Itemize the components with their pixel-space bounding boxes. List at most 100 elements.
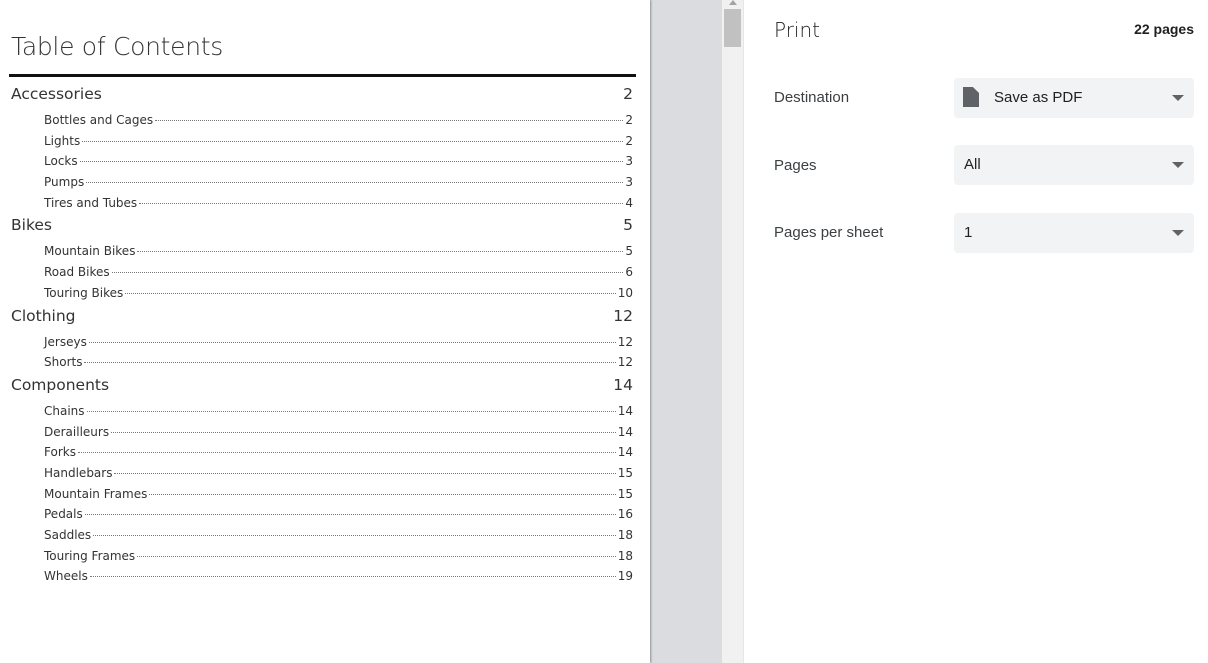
toc-entry-page: 2 [625, 113, 633, 127]
toc-entry: Bottles and Cages 2 [11, 110, 633, 131]
dot-leader [86, 182, 624, 184]
toc-section-page: 2 [623, 85, 633, 103]
toc-entry: Lights 2 [11, 131, 633, 152]
toc-entry-name: Derailleurs [44, 424, 110, 439]
dropdown-arrow-icon [1172, 95, 1184, 101]
toc-entry-page: 5 [625, 244, 633, 259]
toc-entry-name: Touring Bikes [44, 285, 124, 300]
toc-section-name: Bikes [11, 216, 52, 235]
toc-entry-name: Mountain Bikes [44, 244, 136, 259]
toc-entry: Road Bikes 6 [11, 262, 633, 283]
toc-entry-name: Touring Frames [44, 548, 136, 563]
toc-entry: Wheels 19 [11, 566, 633, 587]
toc-entry-name: Pumps [44, 175, 85, 190]
toc-entry: Saddles 18 [11, 525, 633, 546]
toc-entry: Touring Bikes 10 [11, 283, 633, 304]
preview-scrollbar[interactable] [722, 0, 744, 663]
toc-title: Table of Contents [11, 32, 223, 61]
toc-entry: Jerseys 12 [11, 332, 633, 353]
toc-entry-name: Bottles and Cages [44, 113, 154, 127]
toc-section: Components 14 Chains 14 Derailleurs 14 Forks 14… [11, 373, 633, 587]
toc-section-page: 14 [613, 375, 633, 394]
dot-leader [84, 362, 616, 364]
dot-leader [125, 292, 616, 294]
toc-section-name: Accessories [11, 85, 102, 103]
toc-entry-name: Handlebars [44, 465, 113, 480]
toc-entry: Locks 3 [11, 151, 633, 172]
toc-entry-page: 2 [625, 133, 633, 148]
dot-leader [137, 555, 616, 557]
toc-entry: Shorts 12 [11, 352, 633, 373]
toc-section: Accessories 2 Bottles and Cages 2 Lights 2 Loc… [11, 82, 633, 213]
dot-leader [88, 341, 616, 343]
dot-leader [82, 140, 624, 142]
dot-leader [93, 535, 616, 536]
print-preview-area: Table of Contents Accessories 2 Bottles an… [0, 0, 722, 663]
toc-entry-page: 12 [617, 355, 633, 370]
dot-leader [84, 514, 616, 516]
dropdown-arrow-icon [1172, 162, 1184, 168]
dot-leader [111, 272, 624, 274]
pages-select[interactable]: All [954, 145, 1194, 185]
pages-value: All [964, 156, 981, 173]
toc-entry-page: 18 [617, 528, 633, 542]
toc-entry-name: Jerseys [44, 334, 87, 349]
dot-leader [149, 493, 616, 495]
toc-entry: Pedals 16 [11, 504, 633, 525]
toc-section: Clothing 12 Jerseys 12 Shorts 12 [11, 304, 633, 373]
print-settings-panel: Print 22 pages Destination Save as PDF P… [744, 0, 1208, 663]
preview-page: Table of Contents Accessories 2 Bottles an… [0, 0, 650, 663]
toc-entry-name: Pedals [44, 507, 83, 522]
toc-entry-name: Road Bikes [44, 265, 110, 280]
toc-section: Bikes 5 Mountain Bikes 5 Road Bikes 6 Touring … [11, 213, 633, 303]
toc-entry-name: Saddles [44, 528, 92, 542]
destination-select[interactable]: Save as PDF [954, 78, 1194, 118]
scroll-up-arrow-icon[interactable] [729, 0, 737, 5]
dot-leader [155, 120, 624, 121]
toc-entry: Forks 14 [11, 442, 633, 463]
toc-entry: Pumps 3 [11, 172, 633, 193]
toc-entry-page: 19 [617, 569, 633, 584]
toc-entry-name: Chains [44, 403, 85, 418]
toc-entry: Tires and Tubes 4 [11, 193, 633, 214]
toc-entry: Handlebars 15 [11, 463, 633, 484]
toc-entry-page: 14 [617, 445, 633, 460]
toc-entry-name: Locks [44, 154, 78, 169]
toc-entry-page: 10 [617, 285, 633, 300]
toc-entry-name: Mountain Frames [44, 486, 148, 501]
pages-label: Pages [774, 157, 817, 174]
toc-section-heading: Bikes 5 [11, 213, 633, 238]
toc-section-heading: Components 14 [11, 373, 633, 398]
toc-section-name: Clothing [11, 306, 76, 325]
pages-per-sheet-label: Pages per sheet [774, 224, 884, 241]
print-title: Print [774, 18, 821, 42]
dot-leader [86, 410, 616, 412]
toc-entry-page: 4 [625, 195, 633, 210]
dot-leader [139, 202, 624, 204]
destination-value: Save as PDF [994, 89, 1083, 106]
toc-entry: Mountain Bikes 5 [11, 241, 633, 262]
toc-entry-name: Shorts [44, 355, 83, 370]
file-icon [963, 87, 979, 107]
dot-leader [89, 576, 616, 578]
dot-leader [114, 472, 616, 474]
toc-entry-page: 12 [617, 334, 633, 349]
toc-entry-page: 6 [625, 265, 633, 280]
toc-entry-page: 15 [617, 465, 633, 480]
toc-section-name: Components [11, 375, 110, 394]
page-count: 22 pages [1134, 21, 1194, 37]
toc-entry-page: 14 [617, 424, 633, 439]
toc-entry-page: 3 [625, 175, 633, 190]
toc-entry-name: Wheels [44, 569, 88, 584]
scrollbar-thumb[interactable] [724, 9, 741, 47]
toc-entry-name: Forks [44, 445, 76, 460]
toc-entry-page: 16 [617, 507, 633, 522]
toc-entry: Chains 14 [11, 401, 633, 422]
pages-per-sheet-select[interactable]: 1 [954, 213, 1194, 253]
toc-section-heading: Clothing 12 [11, 304, 633, 329]
dot-leader [77, 452, 616, 454]
toc-section-page: 5 [623, 216, 633, 235]
toc-entry-name: Lights [44, 133, 81, 148]
toc-section-page: 12 [613, 306, 633, 325]
toc-list: Accessories 2 Bottles and Cages 2 Lights 2 Loc… [11, 82, 633, 587]
